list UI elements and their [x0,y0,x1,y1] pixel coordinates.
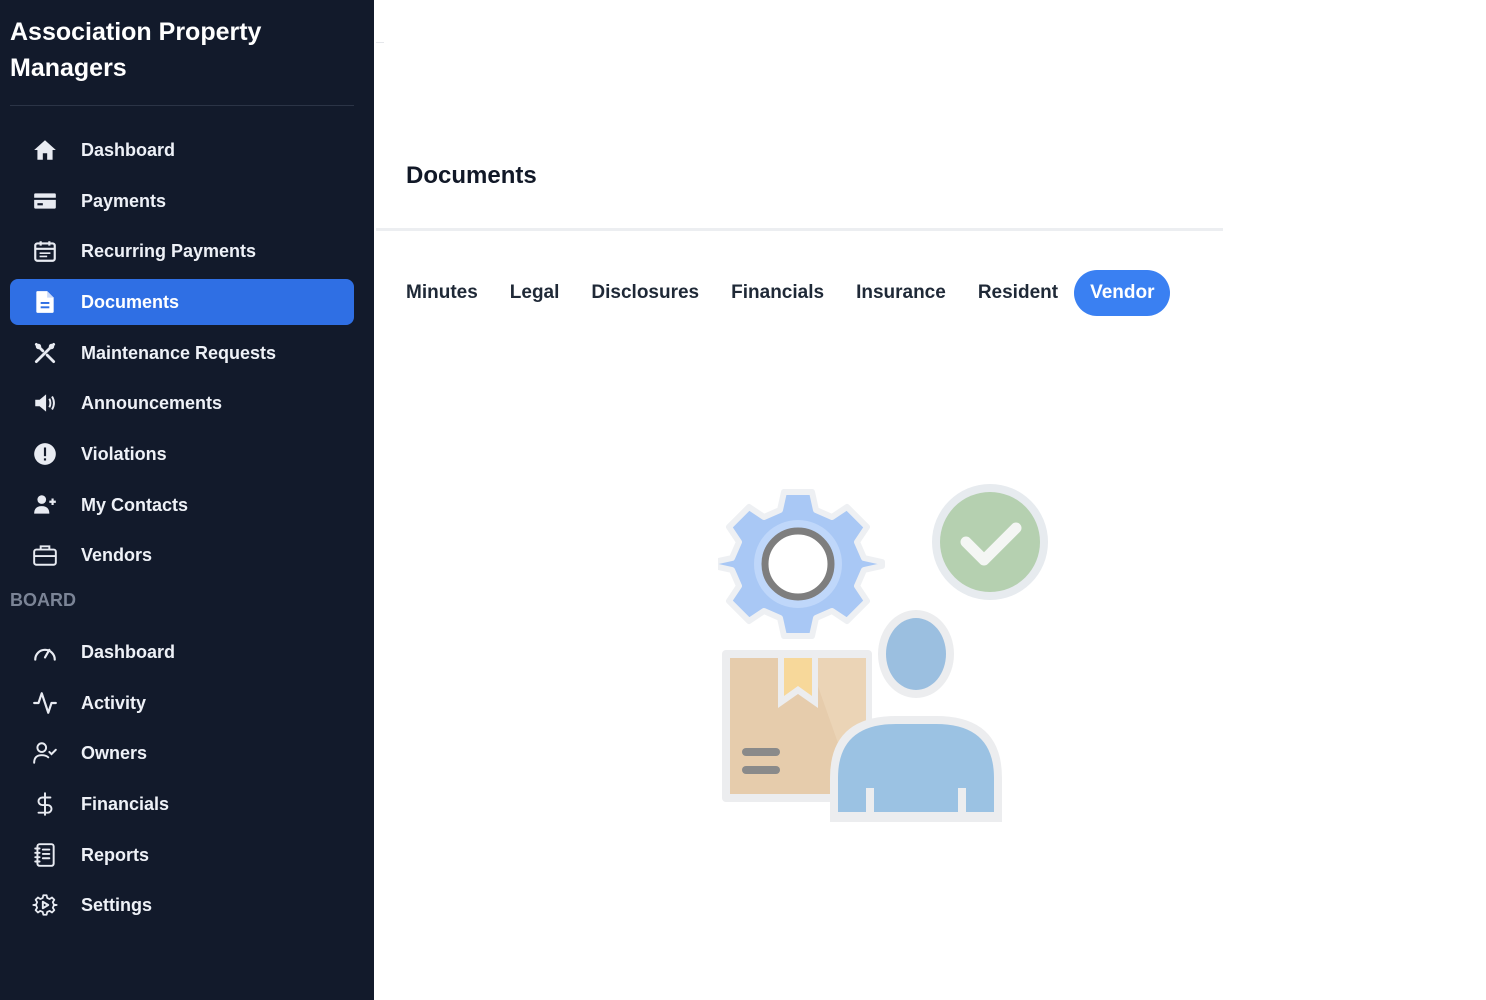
tab-disclosures[interactable]: Disclosures [575,270,715,316]
alert-circle-icon [22,431,68,477]
tab-legal[interactable]: Legal [494,270,576,316]
tools-icon [22,330,68,376]
tab-vendor[interactable]: Vendor [1074,270,1171,316]
credit-card-icon [22,178,68,224]
dollar-icon [22,781,68,827]
sidebar-item-label: My Contacts [81,494,189,515]
sidebar-item-activity[interactable]: Activity [10,680,354,726]
sidebar-item-label: Recurring Payments [81,240,257,261]
activity-icon [22,680,68,726]
sidebar-item-board-dashboard[interactable]: Dashboard [10,629,354,675]
calendar-icon [22,228,68,274]
sidebar-item-dashboard[interactable]: Dashboard [10,127,354,173]
sidebar-item-recurring-payments[interactable]: Recurring Payments [10,228,354,274]
sidebar-item-my-contacts[interactable]: My Contacts [10,482,354,528]
sidebar-item-violations[interactable]: Violations [10,431,354,477]
sidebar-item-label: Dashboard [81,641,176,662]
sidebar-item-label: Maintenance Requests [81,342,277,363]
tab-resident[interactable]: Resident [962,270,1074,316]
sidebar-item-documents[interactable]: Documents [10,279,354,325]
megaphone-icon [22,380,68,426]
document-tabs: Minutes Legal Disclosures Financials Ins… [390,270,1171,316]
sidebar-item-payments[interactable]: Payments [10,178,354,224]
user-check-icon [22,730,68,776]
tab-minutes[interactable]: Minutes [390,270,494,316]
page-title: Documents [406,162,537,189]
document-icon [22,279,68,325]
sidebar-item-settings[interactable]: Settings [10,882,354,928]
sidebar-item-vendors[interactable]: Vendors [10,532,354,578]
sidebar-item-announcements[interactable]: Announcements [10,380,354,426]
sidebar-item-label: Violations [81,443,167,464]
sidebar-item-label: Payments [81,190,167,211]
sidebar-item-owners[interactable]: Owners [10,730,354,776]
sidebar-item-label: Documents [81,291,180,312]
sidebar-item-label: Owners [81,742,148,763]
sidebar-item-label: Financials [81,793,170,814]
top-divider [376,42,384,43]
tab-insurance[interactable]: Insurance [840,270,962,316]
notebook-icon [22,832,68,878]
sidebar-item-reports[interactable]: Reports [10,832,354,878]
tab-financials[interactable]: Financials [715,270,840,316]
sidebar-item-financials[interactable]: Financials [10,781,354,827]
sidebar-item-label: Reports [81,844,150,865]
sidebar: Association Property Managers Dashboard … [0,0,374,1000]
sidebar-item-label: Dashboard [81,139,176,160]
sidebar-item-label: Activity [81,692,147,713]
sidebar-item-label: Vendors [81,544,153,565]
brand-title: Association Property Managers [10,18,262,82]
header-divider [376,228,1223,231]
home-icon [22,127,68,173]
vendor-illustration-icon [711,482,1054,822]
gauge-icon [22,629,68,675]
sidebar-item-label: Settings [81,894,153,915]
brand-divider [10,105,354,106]
user-plus-icon [22,482,68,528]
sidebar-item-maintenance-requests[interactable]: Maintenance Requests [10,330,354,376]
briefcase-icon [22,532,68,578]
settings-icon [22,882,68,928]
board-section-label: BOARD [10,590,76,610]
sidebar-item-label: Announcements [81,392,223,413]
